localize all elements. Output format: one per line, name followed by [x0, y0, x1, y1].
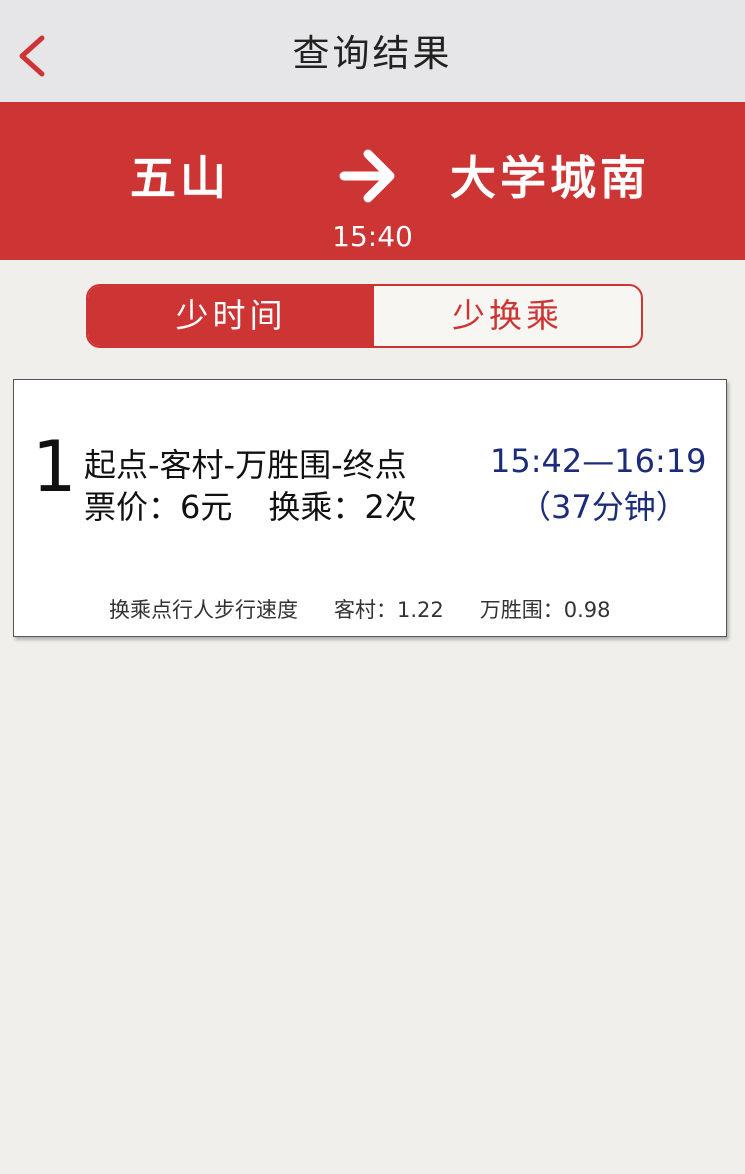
route-path: 起点-客村-万胜围-终点	[84, 446, 407, 484]
time-range: 15:42—16:19	[490, 442, 707, 480]
origin-station: 五山	[130, 151, 230, 205]
result-index: 1	[32, 426, 77, 508]
walk-point-value: 0.98	[563, 598, 611, 622]
route-banner: 五山 大学城南 15:40	[0, 102, 745, 260]
walk-point-name: 客村：	[334, 598, 397, 622]
transfer-label: 换乘：	[268, 488, 365, 526]
fare-value: 6元	[180, 488, 233, 526]
top-nav-bar: 查询结果	[0, 0, 745, 102]
walk-point-name: 万胜围：	[479, 598, 564, 622]
tab-least-transfer[interactable]: 少换乘	[374, 286, 641, 346]
fare-label: 票价：	[84, 488, 181, 526]
walk-speed-row: 换乘点行人步行速度 客村：1.22 万胜围：0.98	[109, 594, 611, 624]
walk-speed-label: 换乘点行人步行速度	[109, 598, 298, 622]
trip-duration: （37分钟）	[519, 488, 688, 526]
fare-transfer-row: 票价：6元 换乘：2次	[84, 482, 417, 528]
walk-point-value: 1.22	[397, 598, 444, 622]
transfer-value: 2次	[364, 488, 417, 526]
destination-station: 大学城南	[450, 151, 650, 205]
page-title: 查询结果	[292, 32, 453, 75]
tab-least-time[interactable]: 少时间	[88, 286, 374, 346]
departure-time: 15:40	[332, 220, 413, 253]
sort-segmented-control: 少时间 少换乘	[86, 284, 643, 348]
route-result-card[interactable]: 1 起点-客村-万胜围-终点 票价：6元 换乘：2次 15:42—16:19 （3…	[13, 379, 727, 637]
arrow-right-icon	[339, 149, 395, 203]
